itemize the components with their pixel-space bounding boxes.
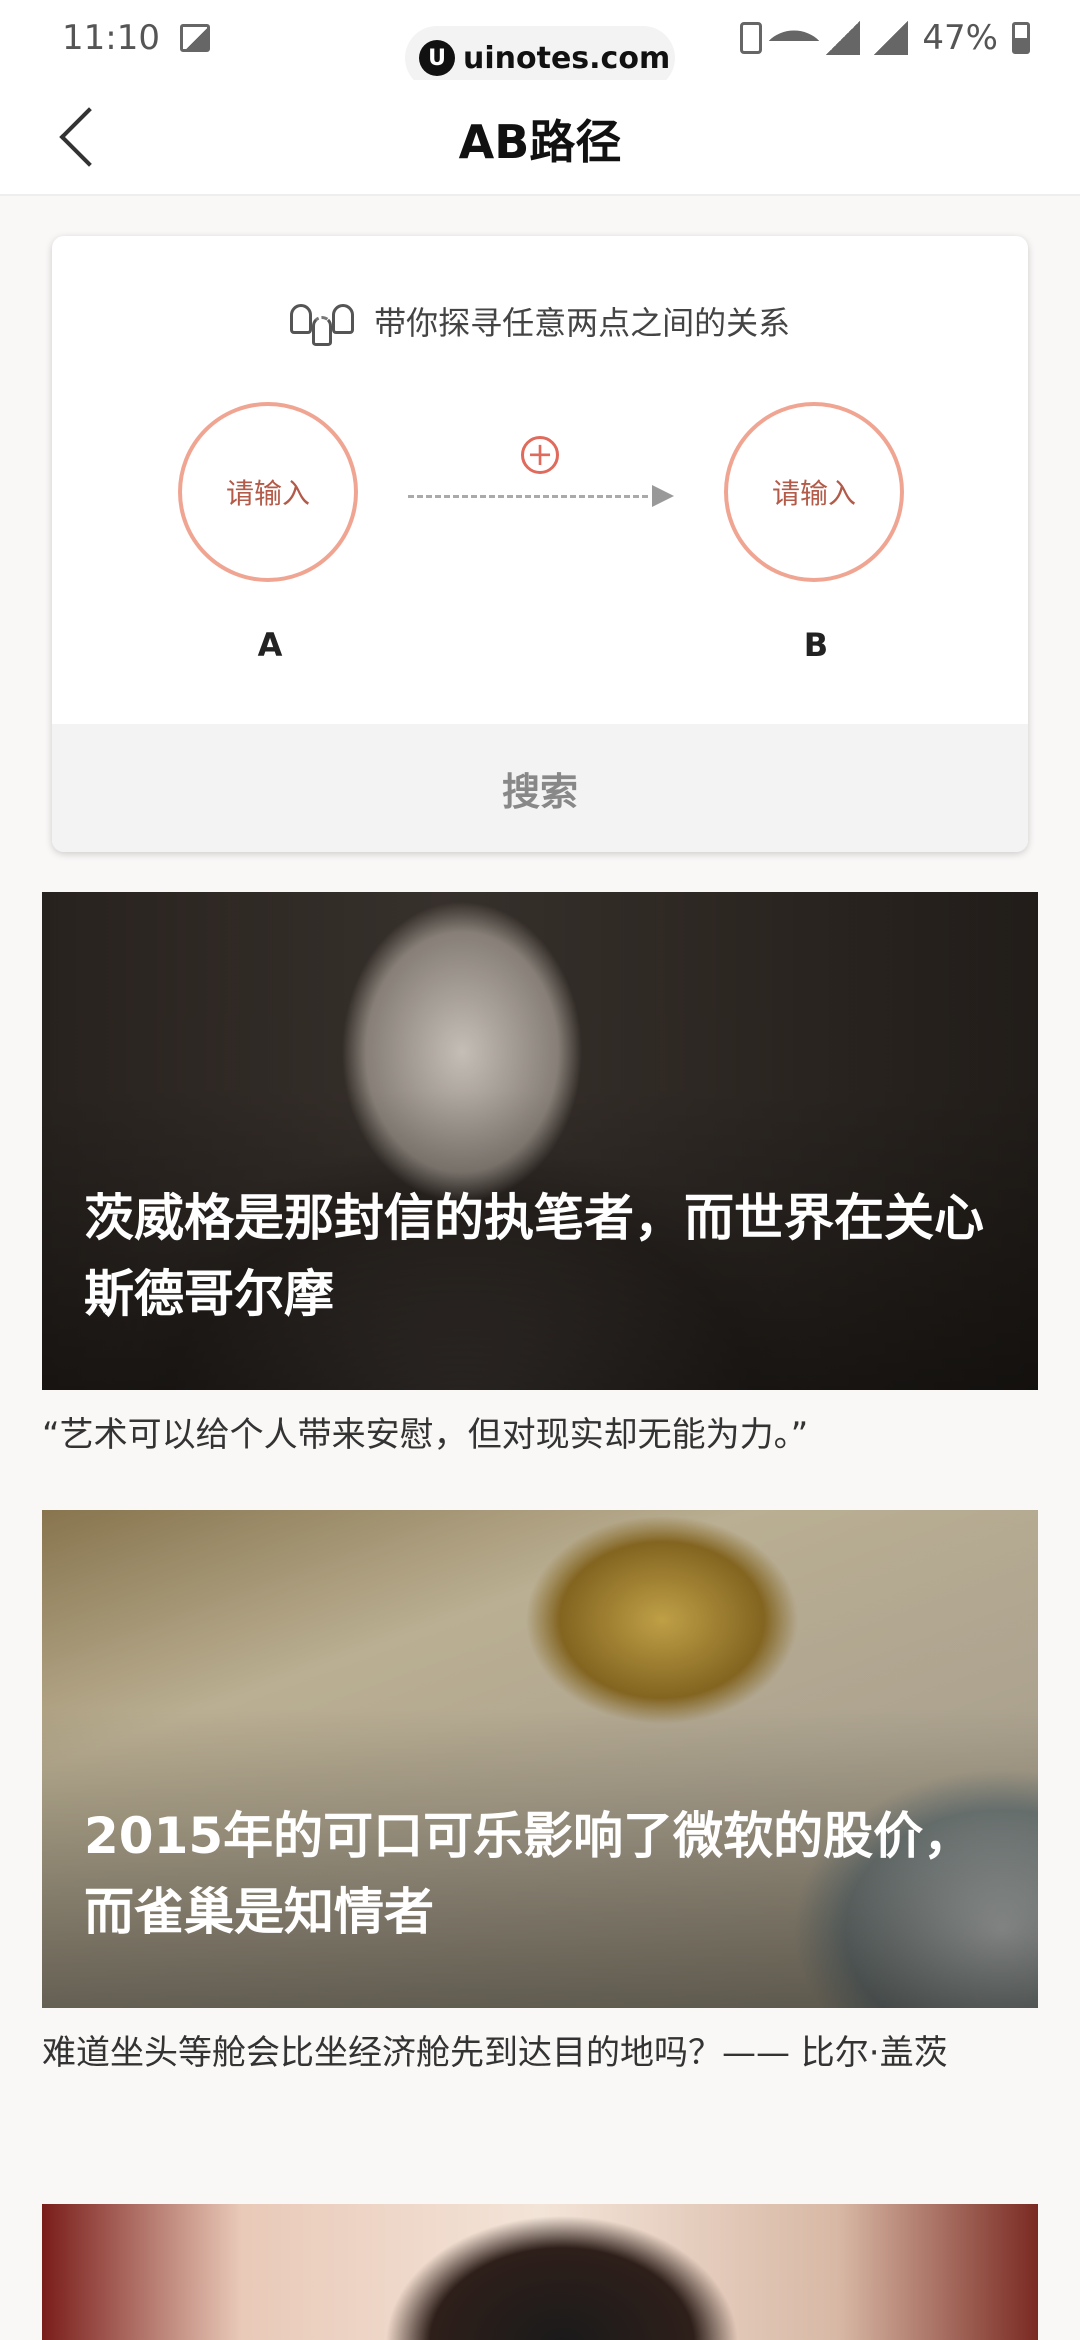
signal-icon-2 [874, 21, 909, 55]
status-bar: 11:10 U uinotes.com 47% [0, 0, 1080, 90]
node-b-input[interactable]: 请输入 [724, 402, 904, 582]
url-text: uinotes.com [463, 40, 671, 76]
node-a-label: A [257, 626, 283, 664]
article-caption: “艺术可以给个人带来安慰，但对现实却无能为力。” [42, 1415, 809, 1455]
wifi-icon [776, 23, 812, 53]
article-title: 2015年的可口可乐影响了微软的股价，而雀巢是知情者 [84, 1807, 974, 1941]
article-image[interactable]: 2015年的可口可乐影响了微软的股价，而雀巢是知情者 [42, 1510, 1038, 2008]
node-a-input[interactable]: 请输入 [178, 402, 358, 582]
arrow-head-icon [652, 485, 674, 507]
article-title: 茨威格是那封信的执笔者，而世界在关心斯德哥尔摩 [84, 1189, 984, 1323]
article-card[interactable]: 2015年的可口可乐影响了微软的股价，而雀巢是知情者 难道坐头等舱会比坐经济舱先… [42, 1510, 1038, 2084]
card-header-text: 带你探寻任意两点之间的关系 [374, 304, 791, 342]
node-b-label: B [803, 626, 829, 664]
ab-path-card: 带你探寻任意两点之间的关系 请输入 A + 请输入 B 搜索 [52, 236, 1028, 852]
status-time: 11:10 [62, 18, 160, 58]
page-title: AB路径 [458, 115, 622, 169]
node-b-placeholder: 请输入 [771, 477, 856, 510]
uinotes-logo-icon: U [419, 40, 455, 76]
status-icons: 47% [740, 18, 1030, 58]
article-card[interactable] [42, 2204, 1038, 2340]
nav-bar: AB路径 [0, 80, 1080, 196]
article-image[interactable] [42, 2204, 1038, 2340]
dashed-arrow-line [408, 495, 648, 498]
card-header: 带你探寻任意两点之间的关系 [52, 298, 1028, 346]
battery-icon [1012, 22, 1030, 54]
article-image[interactable]: 茨威格是那封信的执笔者，而世界在关心斯德哥尔摩 [42, 892, 1038, 1390]
search-button[interactable]: 搜索 [52, 724, 1028, 852]
signal-icon [826, 21, 861, 55]
article-caption: 难道坐头等舱会比坐经济舱先到达目的地吗？—— 比尔·盖茨 [42, 2033, 948, 2073]
image-notification-icon [180, 24, 210, 52]
article-card[interactable]: 茨威格是那封信的执笔者，而世界在关心斯德哥尔摩 “艺术可以给个人带来安慰，但对现… [42, 892, 1038, 1466]
node-a-placeholder: 请输入 [225, 477, 310, 510]
two-people-icon [289, 304, 354, 346]
battery-percent: 47% [922, 18, 998, 58]
add-node-icon[interactable]: + [521, 436, 559, 474]
vibrate-icon [740, 22, 763, 54]
